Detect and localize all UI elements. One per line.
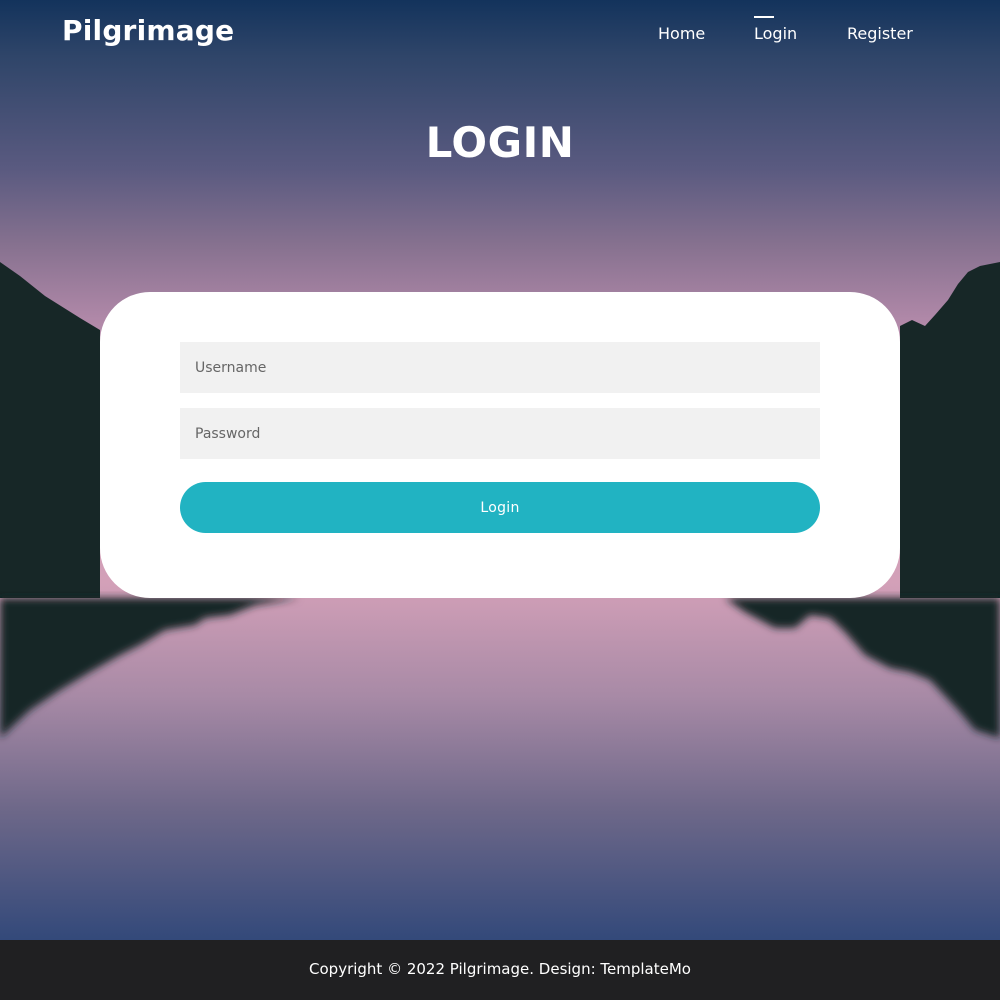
nav-login[interactable]: Login [754, 24, 797, 43]
site-header: Pilgrimage Home Login Register [0, 0, 1000, 70]
left-reflection [0, 598, 300, 738]
page-title: LOGIN [425, 118, 575, 167]
username-input[interactable] [180, 342, 820, 393]
nav-active-indicator [754, 16, 774, 18]
page: Pilgrimage Home Login Register LOGIN Log… [0, 0, 1000, 1000]
brand-logo[interactable]: Pilgrimage [62, 14, 234, 47]
login-card: Login [100, 292, 900, 598]
password-input[interactable] [180, 408, 820, 459]
copyright-text: Copyright © 2022 Pilgrimage. Design: Tem… [309, 960, 691, 978]
nav-register[interactable]: Register [847, 24, 913, 43]
login-button[interactable]: Login [180, 482, 820, 533]
right-reflection [725, 598, 1000, 738]
left-mountain [0, 262, 100, 598]
nav-home[interactable]: Home [658, 24, 705, 43]
site-footer: Copyright © 2022 Pilgrimage. Design: Tem… [0, 940, 1000, 1000]
right-mountain [900, 262, 1000, 598]
